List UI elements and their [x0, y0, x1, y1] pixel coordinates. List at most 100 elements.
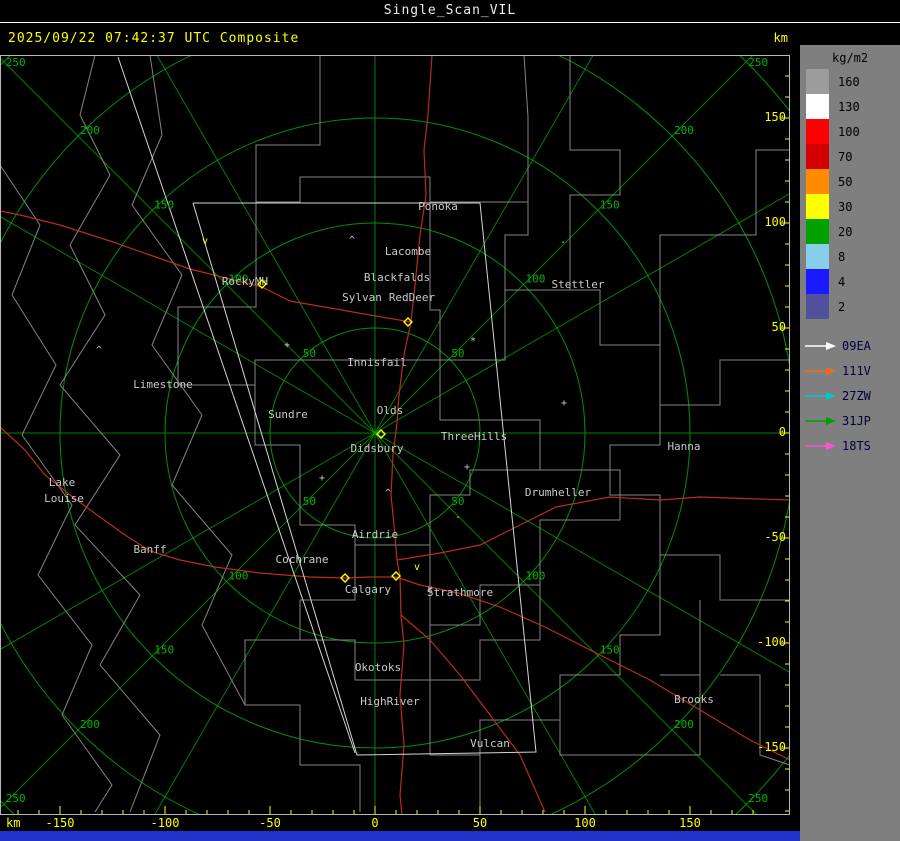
city-label: Louise	[44, 492, 84, 505]
town-point-marker: +	[319, 473, 325, 484]
county-boundary-line	[429, 555, 661, 756]
range-ring-label: 200	[674, 718, 694, 731]
range-ring-label: 150	[154, 644, 174, 657]
town-point-marker: x	[427, 584, 433, 595]
color-scale-row: 2	[800, 294, 900, 319]
range-ring-label: 50	[451, 347, 464, 360]
site-id-label: 27ZW	[842, 388, 871, 403]
city-label: ThreeHills	[441, 430, 507, 443]
city-label: Lake	[49, 476, 76, 489]
color-swatch	[806, 219, 829, 244]
x-axis-unit-label: km	[6, 816, 21, 830]
color-swatch	[806, 69, 829, 94]
city-label: Didsbury	[351, 442, 404, 455]
radar-app-window: Single_Scan_VIL 2025/09/22 07:42:37 UTC …	[0, 0, 900, 841]
city-label: Banff	[133, 543, 166, 556]
color-scale-row: 20	[800, 219, 900, 244]
site-id-label: 111V	[842, 363, 871, 378]
color-scale: 160 130 100 70 50 30 20 8 4 2	[800, 69, 900, 319]
range-ring-label: 100	[525, 273, 545, 286]
color-swatch	[806, 244, 829, 269]
site-legend: 09EA 111V 27ZW 31JP 18TS	[800, 333, 900, 458]
town-point-marker: v	[202, 236, 208, 247]
legend-panel: kg/m2 160 130 100 70 50 30 20 8 4 2 09EA 111V 27ZW 3…	[800, 45, 900, 841]
city-label: Ponoka	[418, 200, 458, 213]
color-swatch	[806, 169, 829, 194]
county-boundary-line	[244, 639, 361, 812]
city-label: RedDeer	[389, 291, 436, 304]
range-radial-line	[374, 55, 594, 434]
highway-line	[0, 426, 790, 761]
city-label: Cochrane	[276, 553, 329, 566]
color-scale-row: 100	[800, 119, 900, 144]
color-scale-row: 8	[800, 244, 900, 269]
range-ring-label: 150	[154, 198, 174, 211]
range-radial-line	[374, 55, 754, 434]
town-point-marker: ^	[385, 488, 391, 499]
color-swatch	[806, 144, 829, 169]
color-scale-row: 160	[800, 69, 900, 94]
city-label: Lacombe	[385, 245, 431, 258]
color-swatch	[806, 119, 829, 144]
city-label: Hanna	[667, 440, 700, 453]
timestamp-label: 2025/09/22 07:42:37 UTC Composite	[8, 31, 300, 46]
color-scale-value: 20	[838, 224, 853, 239]
range-ring-label: 150	[600, 198, 620, 211]
site-id-label: 18TS	[842, 438, 871, 453]
site-legend-row: 111V	[800, 358, 900, 383]
city-label: Airdrie	[352, 528, 398, 541]
site-arrow-icon	[805, 391, 836, 400]
county-boundary-line	[609, 345, 790, 601]
color-scale-value: 4	[838, 274, 846, 289]
city-label: Calgary	[345, 583, 392, 596]
city-label: HighRiver	[360, 695, 420, 708]
site-arrow-icon	[805, 366, 836, 375]
site-arrow-icon	[805, 416, 836, 425]
site-arrow-icon	[805, 341, 836, 350]
range-ring-label: 200	[80, 124, 100, 137]
range-radial-line	[374, 432, 790, 674]
range-ring-label: 250	[748, 792, 768, 805]
site-legend-row: 18TS	[800, 433, 900, 458]
color-swatch	[806, 194, 829, 219]
status-bar	[0, 831, 800, 841]
site-legend-row: 31JP	[800, 408, 900, 433]
city-label: Drumheller	[525, 486, 592, 499]
site-id-label: 31JP	[842, 413, 871, 428]
range-ring-label: 150	[600, 644, 620, 657]
color-scale-value: 160	[838, 74, 860, 89]
range-ring-label: 50	[303, 347, 316, 360]
color-scale-row: 30	[800, 194, 900, 219]
town-point-marker: ^	[349, 235, 355, 246]
color-scale-value: 70	[838, 149, 853, 164]
x-axis-tick-label: 0	[371, 816, 379, 830]
county-boundary-line	[720, 674, 790, 766]
town-point-marker: ^	[96, 345, 102, 356]
city-label: Brooks	[674, 693, 714, 706]
town-point-marker: +	[561, 398, 567, 409]
range-ring-label: 250	[6, 792, 26, 805]
color-scale-row: 130	[800, 94, 900, 119]
county-boundary-line	[660, 359, 790, 406]
city-label: Sundre	[268, 408, 308, 421]
x-axis-tick-label: 50	[472, 816, 488, 830]
x-axis-tick-label: -150	[45, 816, 75, 830]
radar-map[interactable]: 5050505010010010010015015015015020020020…	[0, 55, 790, 815]
y-axis-unit-label: km	[773, 31, 788, 45]
x-axis-tick-label: -50	[259, 816, 281, 830]
range-ring-label: 250	[748, 56, 768, 69]
range-radial-line	[0, 57, 376, 434]
range-ring-label: 100	[525, 569, 545, 582]
town-point-marker: v	[414, 562, 420, 573]
range-ring-label: 250	[6, 56, 26, 69]
color-scale-value: 50	[838, 174, 853, 189]
city-label: Innisfail	[347, 356, 407, 369]
color-scale-row: 4	[800, 269, 900, 294]
app-title: Single_Scan_VIL	[383, 3, 517, 18]
site-id-label: 09EA	[842, 338, 871, 353]
x-axis-tick-label: 100	[574, 816, 596, 830]
city-label: Olds	[377, 404, 404, 417]
town-point-marker: +	[464, 462, 470, 473]
color-swatch	[806, 269, 829, 294]
range-ring-label: 200	[674, 124, 694, 137]
